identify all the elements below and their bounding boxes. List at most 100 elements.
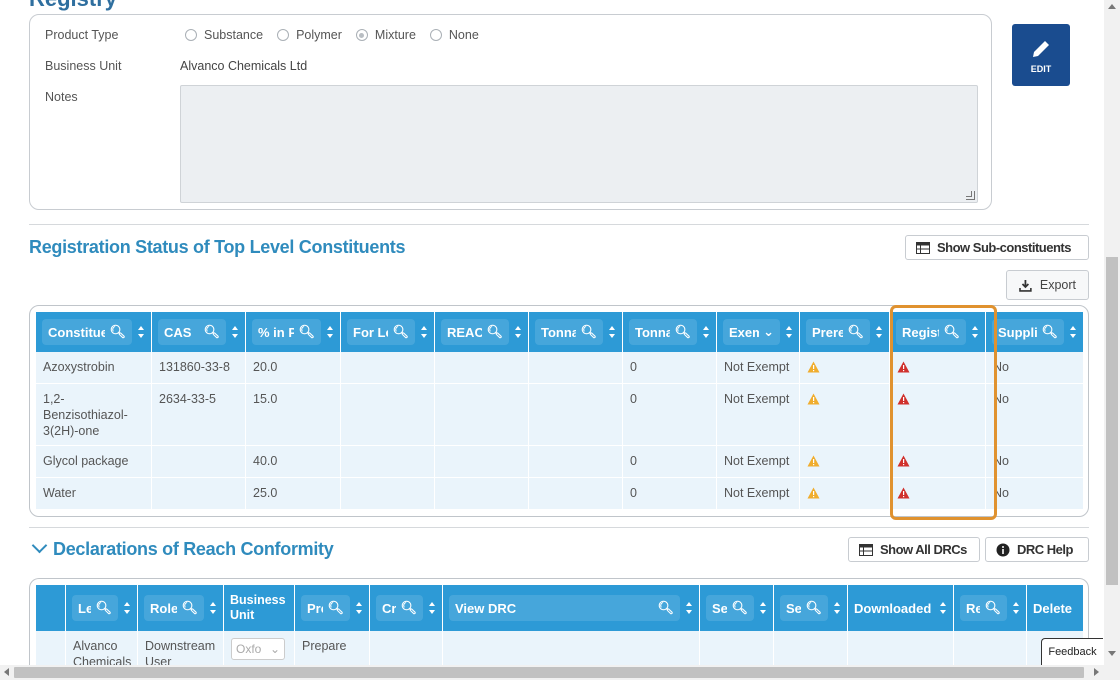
scroll-right-arrow-icon[interactable] [1094,668,1099,676]
divider [29,224,1089,225]
sort-icon[interactable] [420,325,428,339]
product-info-panel: Product Type Substance Polymer Mixture N… [29,14,992,210]
radio-none[interactable]: None [429,28,479,42]
export-button[interactable]: Export [1006,270,1089,300]
drc-help-label: DRC Help [1017,542,1073,557]
cell-legal-entity [341,352,435,383]
sort-icon[interactable] [209,601,217,615]
col-sent[interactable]: Sent🔍︎ [700,585,774,631]
cell-exempt: Not Exempt [717,352,800,383]
search-icon[interactable]: 🔍︎ [674,324,691,340]
sort-icon[interactable] [833,601,841,615]
search-icon[interactable]: 🔍︎ [181,600,198,616]
col-legal-entity[interactable]: Legal Entity 🔍︎ [66,585,138,631]
search-icon[interactable]: 🔍︎ [657,600,674,616]
horizontal-scrollbar-thumb[interactable] [14,667,1084,678]
radio-substance[interactable]: Substance [185,28,263,42]
sort-icon[interactable] [875,325,883,339]
search-icon[interactable]: 🔍︎ [984,600,1001,616]
radio-circle[interactable] [429,29,442,41]
search-icon[interactable]: 🔍︎ [203,324,220,340]
col-sent-2[interactable]: Sent🔍︎ [774,585,848,631]
show-sub-constituents-button[interactable]: Show Sub-constituents [905,235,1089,260]
col-revoked[interactable]: Revoked 🔍︎ [954,585,1027,631]
sort-icon[interactable] [939,601,947,615]
search-icon[interactable]: 🔍︎ [95,600,112,616]
radio-circle-checked[interactable] [355,29,368,41]
radio-polymer[interactable]: Polymer [277,28,342,42]
sort-icon[interactable] [702,325,710,339]
sort-icon[interactable] [759,601,767,615]
radio-circle[interactable] [185,29,197,41]
pencil-icon [1033,39,1051,57]
drc-help-button[interactable]: DRC Help [985,537,1089,562]
col-pct-in-product[interactable]: % in Product🔍︎ [246,312,341,352]
scroll-left-arrow-icon[interactable] [4,668,9,676]
col-created[interactable]: Created🔍︎ [370,585,443,631]
column-label: For Legal Entity [353,324,388,340]
sort-icon[interactable] [123,601,131,615]
col-business-unit[interactable]: Business Unit [224,585,295,631]
search-icon[interactable]: 🔍︎ [392,324,409,340]
resize-handle-icon[interactable] [966,191,975,200]
declarations-section-title[interactable]: Declarations of Reach Conformity [29,537,334,560]
search-icon[interactable]: 🔍︎ [400,600,417,616]
col-tonnage-2[interactable]: Tonnage🔍︎ [623,312,717,352]
col-supplier[interactable]: Supplier🔍︎ [986,312,1083,352]
show-all-drcs-button[interactable]: Show All DRCs [848,537,980,562]
col-cas[interactable]: CAS 🔍︎ [152,312,246,352]
col-exempt[interactable]: Exempt⌄ [717,312,800,352]
sort-icon[interactable] [231,325,239,339]
cell-constituent: Water [36,478,152,509]
sort-icon[interactable] [355,601,363,615]
chevron-down-icon[interactable] [31,537,48,554]
radio-label: Polymer [296,28,342,42]
col-downloaded[interactable]: Downloaded [848,585,954,631]
search-icon[interactable]: 🔍︎ [109,324,126,340]
search-icon[interactable]: 🔍︎ [805,600,822,616]
column-label: Sent [786,600,802,616]
col-tonnage[interactable]: Tonnage🔍︎ [529,312,623,352]
business-unit-select[interactable]: Oxfo ⌄ [231,638,285,660]
search-icon[interactable]: 🔍︎ [298,324,315,340]
sort-icon[interactable] [1012,601,1020,615]
search-icon[interactable]: 🔍︎ [486,324,503,340]
scroll-up-arrow-icon[interactable] [1108,4,1116,9]
vertical-scrollbar-thumb[interactable] [1106,257,1118,585]
sort-icon[interactable] [1069,325,1077,339]
col-constituent[interactable]: Constituent🔍︎ [36,312,152,352]
cell-pct: 20.0 [246,352,341,383]
cell-tonnage-2: 0 [623,384,717,445]
col-delete[interactable]: Delete [1027,585,1083,631]
edit-button[interactable]: EDIT [1012,24,1070,86]
sort-icon[interactable] [326,325,334,339]
search-icon[interactable]: 🔍︎ [731,600,748,616]
search-icon[interactable]: 🔍︎ [847,324,864,340]
search-icon[interactable]: 🔍︎ [1041,324,1058,340]
column-label: Prepared [307,600,323,616]
warning-icon [807,487,820,499]
sort-icon[interactable] [514,325,522,339]
cell-supplier: No [993,360,1009,374]
sort-icon[interactable] [685,601,693,615]
radio-mixture[interactable]: Mixture [355,28,416,42]
search-icon[interactable]: 🔍︎ [327,600,344,616]
col-for-legal-entity[interactable]: For Legal Entity🔍︎ [341,312,435,352]
feedback-button[interactable]: Feedback [1041,638,1103,665]
radio-circle[interactable] [277,29,290,41]
col-role[interactable]: Role 🔍︎ [138,585,224,631]
col-view-drc[interactable]: View DRC 🔍︎ [443,585,700,631]
sort-icon[interactable] [785,325,793,339]
scroll-down-arrow-icon[interactable] [1108,651,1116,656]
search-icon[interactable]: 🔍︎ [580,324,597,340]
col-reach[interactable]: REACH🔍︎ [435,312,529,352]
cell-tonnage [529,384,623,445]
col-preregistered[interactable]: Preregistered🔍︎ [800,312,890,352]
sort-icon[interactable] [428,601,436,615]
sort-icon[interactable] [608,325,616,339]
notes-textarea[interactable] [180,85,978,203]
chevron-down-icon[interactable]: ⌄ [763,324,774,340]
col-prepared[interactable]: Prepared🔍︎ [295,585,370,631]
declarations-title-text: Declarations of Reach Conformity [53,539,334,559]
sort-icon[interactable] [137,325,145,339]
